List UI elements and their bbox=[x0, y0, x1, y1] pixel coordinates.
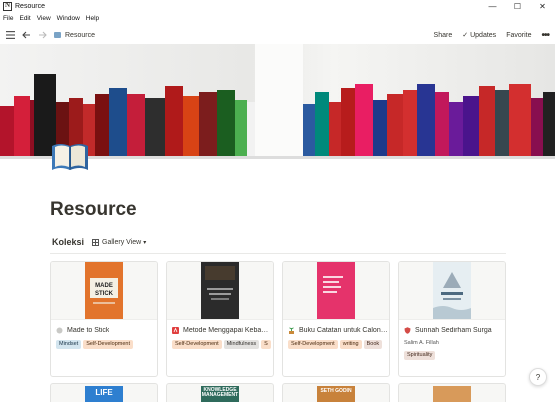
sidebar-toggle-icon[interactable] bbox=[4, 29, 16, 41]
circle-icon bbox=[56, 327, 63, 334]
updates-button[interactable]: ✓ Updates bbox=[462, 31, 497, 40]
book-cover bbox=[433, 386, 471, 402]
forward-arrow-icon[interactable] bbox=[36, 29, 48, 41]
book-cover: SETH GODIN bbox=[317, 386, 355, 402]
menu-edit[interactable]: Edit bbox=[19, 15, 30, 22]
gallery-card-partial[interactable]: KNOWLEDGE MANAGEMENT bbox=[166, 383, 274, 402]
gallery-card[interactable]: Buku Catatan untuk Calon Penulis Self-De… bbox=[282, 261, 390, 377]
svg-text:MADE: MADE bbox=[95, 283, 113, 289]
plant-icon bbox=[288, 326, 295, 334]
share-button[interactable]: Share bbox=[434, 32, 453, 39]
database-divider bbox=[50, 253, 506, 254]
minimize-button[interactable]: — bbox=[480, 0, 505, 12]
view-switcher[interactable]: Gallery View ▾ bbox=[92, 238, 147, 246]
page-title[interactable]: Resource bbox=[50, 199, 137, 221]
window-titlebar: Resource — ☐ ✕ bbox=[0, 0, 555, 12]
breadcrumb[interactable]: Resource bbox=[65, 32, 95, 39]
maximize-button[interactable]: ☐ bbox=[505, 0, 530, 12]
window-title: Resource bbox=[15, 2, 45, 10]
card-cover bbox=[399, 262, 505, 320]
menu-view[interactable]: View bbox=[37, 15, 51, 22]
menu-file[interactable]: File bbox=[3, 15, 13, 22]
tag: Self-Development bbox=[172, 340, 222, 349]
book-cover: KNOWLEDGE MANAGEMENT bbox=[201, 386, 239, 402]
menu-window[interactable]: Window bbox=[57, 15, 80, 22]
favorite-button[interactable]: Favorite bbox=[506, 32, 531, 39]
card-title-row: Metode Menggapai Kebahagiaan bbox=[172, 325, 272, 335]
card-title-row: Made to Stick bbox=[56, 325, 156, 335]
card-tags: Self-Development writing Book bbox=[288, 340, 388, 349]
card-title: Sunnah Sedirham Surga bbox=[415, 326, 492, 334]
tag: Mindfulness bbox=[223, 340, 260, 349]
notion-app-icon bbox=[3, 1, 12, 11]
book-cover bbox=[433, 262, 471, 319]
chevron-down-icon: ▾ bbox=[143, 239, 147, 246]
book-cover bbox=[201, 262, 239, 319]
gallery-view-icon bbox=[92, 238, 100, 246]
card-title: Buku Catatan untuk Calon Penulis bbox=[299, 326, 388, 334]
tag: Mindset bbox=[56, 340, 82, 349]
gallery-card-partial[interactable] bbox=[398, 383, 506, 402]
red-square-icon bbox=[172, 326, 179, 334]
gallery-card-partial[interactable]: LIFE bbox=[50, 383, 158, 402]
gallery-card[interactable]: Sunnah Sedirham Surga Salim A. Fillah Sp… bbox=[398, 261, 506, 377]
open-book-icon[interactable] bbox=[50, 140, 90, 172]
window-controls: — ☐ ✕ bbox=[480, 0, 555, 12]
card-title-row: Sunnah Sedirham Surga bbox=[404, 325, 504, 335]
card-cover: MADE STICK bbox=[51, 262, 157, 320]
book-cover-label: LIFE bbox=[95, 388, 113, 397]
card-tags: Self-Development Mindfulness S bbox=[172, 340, 272, 349]
check-icon: ✓ bbox=[462, 32, 469, 39]
gallery-card[interactable]: Metode Menggapai Kebahagiaan Self-Develo… bbox=[166, 261, 274, 377]
page-actions: Share ✓ Updates Favorite ••• bbox=[424, 26, 550, 44]
tag: Book bbox=[363, 340, 383, 349]
book-cover: LIFE bbox=[85, 386, 123, 402]
menu-bar: File Edit View Window Help bbox=[0, 13, 105, 23]
view-label: Gallery View bbox=[102, 238, 142, 246]
tag: Spirituality bbox=[404, 351, 436, 360]
card-author: Salim A. Fillah bbox=[404, 340, 439, 346]
menu-help[interactable]: Help bbox=[86, 15, 99, 22]
gallery-card[interactable]: MADE STICK Made to Stick Mindset Self-De… bbox=[50, 261, 158, 377]
card-title: Metode Menggapai Kebahagiaan bbox=[183, 326, 272, 334]
card-cover bbox=[167, 262, 273, 320]
breadcrumb-page-icon bbox=[54, 32, 61, 38]
more-options-icon[interactable]: ••• bbox=[541, 30, 549, 41]
updates-label: Updates bbox=[470, 31, 497, 39]
book-cover: MADE STICK bbox=[85, 262, 123, 319]
card-tags: Mindset Self-Development bbox=[56, 340, 156, 349]
tag: Self-Development bbox=[83, 340, 133, 349]
card-cover bbox=[283, 262, 389, 320]
book-cover-label: SETH GODIN bbox=[320, 388, 352, 394]
gallery-card-partial[interactable]: SETH GODIN bbox=[282, 383, 390, 402]
card-title: Made to Stick bbox=[67, 326, 110, 334]
book-cover bbox=[317, 262, 355, 319]
database-title[interactable]: Koleksi bbox=[52, 237, 84, 247]
svg-text:STICK: STICK bbox=[95, 291, 114, 297]
back-arrow-icon[interactable] bbox=[20, 29, 32, 41]
help-button[interactable]: ? bbox=[529, 368, 547, 386]
tag: S bbox=[261, 340, 271, 349]
book-cover-label: KNOWLEDGE MANAGEMENT bbox=[201, 387, 239, 398]
close-button[interactable]: ✕ bbox=[530, 0, 555, 12]
shield-icon bbox=[404, 326, 411, 334]
card-title-row: Buku Catatan untuk Calon Penulis bbox=[288, 325, 388, 335]
card-tags: Spirituality bbox=[404, 351, 504, 360]
tag: Self-Development bbox=[288, 340, 338, 349]
top-navigation: Resource Share ✓ Updates Favorite ••• bbox=[0, 26, 555, 44]
database-header: Koleksi Gallery View ▾ bbox=[52, 236, 146, 248]
tag: writing bbox=[339, 340, 362, 349]
